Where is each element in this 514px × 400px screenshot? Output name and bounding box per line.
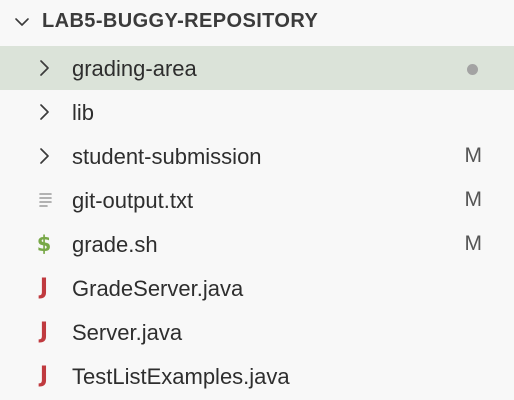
section-title: LAB5-BUGGY-REPOSITORY — [42, 10, 319, 32]
file-explorer: LAB5-BUGGY-REPOSITORY grading-area lib s… — [0, 0, 514, 400]
git-status-badge: M — [464, 144, 483, 167]
tree-item-grade-sh[interactable]: $ grade.sh M — [0, 222, 514, 266]
tree-item-label: grading-area — [72, 56, 197, 81]
tree-item-label: Server.java — [72, 320, 183, 345]
tree-item-testlistexamples-java[interactable]: J TestListExamples.java — [0, 354, 514, 398]
chevron-right-icon — [40, 104, 49, 120]
java-icon: J — [39, 275, 49, 300]
tree-item-grading-area[interactable]: grading-area — [0, 46, 514, 90]
modified-dot-indicator — [467, 64, 478, 75]
tree-item-label: grade.sh — [72, 232, 158, 257]
tree-item-label: GradeServer.java — [72, 276, 244, 301]
tree-item-label: git-output.txt — [72, 188, 194, 213]
explorer-section-header[interactable]: LAB5-BUGGY-REPOSITORY — [0, 0, 514, 44]
chevron-right-icon — [40, 60, 49, 76]
tree-item-gradeserver-java[interactable]: J GradeServer.java — [0, 266, 514, 310]
tree-item-student-submission[interactable]: student-submission M — [0, 134, 514, 178]
java-icon: J — [39, 363, 49, 388]
tree-item-label: lib — [72, 100, 95, 125]
git-status-badge: M — [464, 188, 483, 211]
tree-item-git-output-txt[interactable]: git-output.txt M — [0, 178, 514, 222]
tree-item-server-java[interactable]: J Server.java — [0, 310, 514, 354]
java-icon: J — [39, 319, 49, 344]
chevron-right-icon — [40, 148, 49, 164]
tree-item-lib[interactable]: lib — [0, 90, 514, 134]
tree-item-label: student-submission — [72, 144, 262, 169]
git-status-badge: M — [464, 232, 483, 255]
tree-item-label: TestListExamples.java — [72, 364, 290, 389]
chevron-down-icon — [15, 18, 29, 26]
dollar-icon: $ — [36, 232, 52, 256]
lines-file-icon — [39, 193, 52, 207]
